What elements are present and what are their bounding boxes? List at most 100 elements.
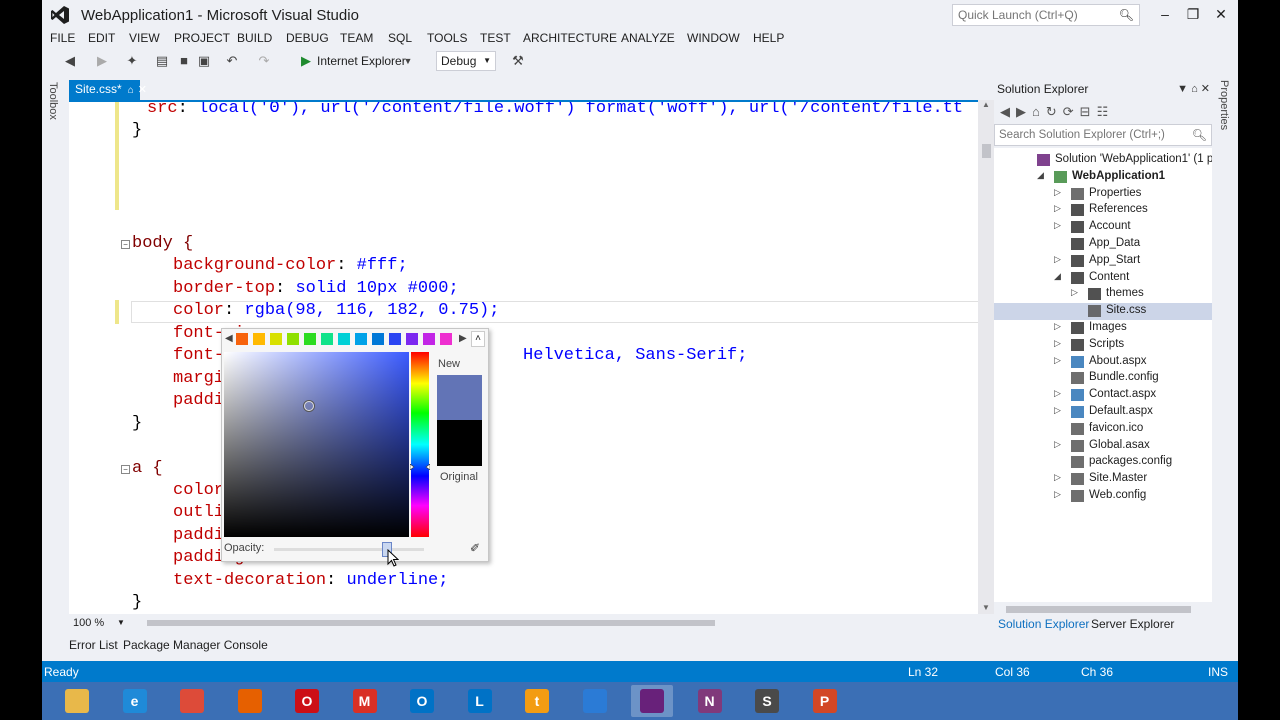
- new-project-icon[interactable]: ✦: [124, 53, 140, 69]
- tree-item[interactable]: Solution 'WebApplication1' (1 project): [994, 152, 1212, 169]
- attach-icon[interactable]: ⚒: [510, 53, 526, 69]
- tab-error-list[interactable]: Error List: [69, 638, 118, 652]
- color-swatch[interactable]: [287, 333, 299, 345]
- menu-architecture[interactable]: ARCHITECTURE: [523, 31, 617, 45]
- restore-button[interactable]: ❐: [1182, 4, 1204, 24]
- menu-window[interactable]: WINDOW: [687, 31, 740, 45]
- tree-item[interactable]: ▷ Images: [994, 320, 1212, 337]
- taskbar-visual-studio[interactable]: [631, 685, 673, 717]
- pin-icon[interactable]: ⌂: [1191, 83, 1198, 95]
- quick-launch-box[interactable]: 🔍︎: [952, 4, 1140, 26]
- horizontal-scroll-thumb[interactable]: [147, 620, 715, 626]
- taskbar-opera[interactable]: O: [286, 685, 328, 717]
- redo-icon[interactable]: ↷: [256, 53, 272, 69]
- menu-team[interactable]: TEAM: [340, 31, 373, 45]
- taskbar-lync[interactable]: L: [459, 685, 501, 717]
- open-file-icon[interactable]: ▤: [154, 53, 170, 69]
- close-window-button[interactable]: ✕: [1210, 4, 1232, 24]
- collapse-icon[interactable]: −: [121, 240, 130, 249]
- taskbar-onenote[interactable]: N: [689, 685, 731, 717]
- tab-solution-explorer[interactable]: Solution Explorer: [998, 617, 1089, 631]
- collapsed-arrow-icon[interactable]: ▷: [1054, 489, 1061, 500]
- color-swatch[interactable]: [270, 333, 282, 345]
- close-icon[interactable]: ✕: [1201, 83, 1210, 95]
- scroll-down-icon[interactable]: ▼: [982, 603, 990, 612]
- editor-vertical-scrollbar[interactable]: ▲ ▼: [978, 100, 995, 614]
- menu-project[interactable]: PROJECT: [174, 31, 230, 45]
- collapse-all-icon[interactable]: ⊟: [1080, 104, 1097, 119]
- tree-item[interactable]: ▷ Scripts: [994, 337, 1212, 354]
- sync-icon[interactable]: ↻: [1046, 104, 1063, 119]
- menu-view[interactable]: VIEW: [129, 31, 160, 45]
- color-swatch[interactable]: [406, 333, 418, 345]
- collapsed-arrow-icon[interactable]: ▷: [1054, 472, 1061, 483]
- eyedropper-icon[interactable]: ✐: [470, 541, 480, 555]
- solution-horizontal-scrollbar[interactable]: [994, 602, 1212, 616]
- tree-item[interactable]: ▷ Web.config: [994, 488, 1212, 505]
- scroll-thumb[interactable]: [982, 144, 991, 158]
- tab-site-css[interactable]: Site.css* ⌂ ✕: [69, 80, 147, 100]
- collapse-icon[interactable]: −: [121, 465, 130, 474]
- hue-marker-icon[interactable]: [410, 464, 430, 470]
- hue-slider[interactable]: [411, 352, 429, 537]
- undo-icon[interactable]: ↶: [224, 53, 240, 69]
- color-swatch[interactable]: [355, 333, 367, 345]
- toolbox-tab[interactable]: Toolbox: [47, 82, 59, 120]
- run-target-dropdown-icon[interactable]: ▼: [400, 53, 416, 69]
- minimize-button[interactable]: –: [1154, 4, 1176, 24]
- color-swatch[interactable]: [338, 333, 350, 345]
- refresh-icon[interactable]: ⟳: [1063, 104, 1080, 119]
- menu-file[interactable]: FILE: [50, 31, 75, 45]
- saturation-value-field[interactable]: [224, 352, 409, 537]
- color-swatch[interactable]: [321, 333, 333, 345]
- tree-item[interactable]: ▷ Site.Master: [994, 471, 1212, 488]
- close-icon[interactable]: ✕: [138, 84, 147, 96]
- tree-item[interactable]: ▷ Properties: [994, 186, 1212, 203]
- menu-tools[interactable]: TOOLS: [427, 31, 467, 45]
- menu-build[interactable]: BUILD: [237, 31, 272, 45]
- color-swatch[interactable]: [389, 333, 401, 345]
- tab-server-explorer[interactable]: Server Explorer: [1091, 617, 1174, 631]
- zoom-level[interactable]: 100 %: [73, 617, 104, 629]
- properties-icon[interactable]: ☷: [1097, 104, 1115, 119]
- taskbar-gmail[interactable]: M: [344, 685, 386, 717]
- properties-tab[interactable]: Properties: [1218, 80, 1230, 130]
- taskbar-sublime[interactable]: S: [746, 685, 788, 717]
- pin-icon[interactable]: ⌂: [128, 85, 134, 96]
- code-editor[interactable]: src: local('Θ'), url('/content/file.woff…: [69, 102, 1020, 614]
- expanded-arrow-icon[interactable]: ◢: [1054, 271, 1061, 282]
- tree-item[interactable]: ▷ References: [994, 202, 1212, 219]
- collapsed-arrow-icon[interactable]: ▷: [1071, 287, 1078, 298]
- swatch-scroll-right-icon[interactable]: ▶: [459, 333, 467, 344]
- menu-edit[interactable]: EDIT: [88, 31, 115, 45]
- color-swatch[interactable]: [423, 333, 435, 345]
- tree-item[interactable]: Site.css: [994, 303, 1212, 321]
- tree-item[interactable]: ▷ Account: [994, 219, 1212, 236]
- expanded-arrow-icon[interactable]: ◢: [1037, 170, 1044, 181]
- scroll-up-icon[interactable]: ▲: [982, 100, 990, 109]
- tree-item[interactable]: ▷ App_Start: [994, 253, 1212, 270]
- tree-item[interactable]: favicon.ico: [994, 421, 1212, 438]
- collapsed-arrow-icon[interactable]: ▷: [1054, 187, 1061, 198]
- color-picker-popup[interactable]: ◀ ▶ ˄ New Original Opacity: ✐: [221, 328, 489, 567]
- scroll-thumb[interactable]: [1006, 606, 1191, 613]
- tree-item[interactable]: ▷ Contact.aspx: [994, 387, 1212, 404]
- tree-item[interactable]: ▷ themes: [994, 286, 1212, 303]
- tree-item[interactable]: App_Data: [994, 236, 1212, 253]
- taskbar-internet-explorer[interactable]: e: [114, 685, 156, 717]
- tree-item[interactable]: packages.config: [994, 454, 1212, 471]
- tree-item[interactable]: ◢ Content: [994, 270, 1212, 287]
- tree-item[interactable]: ▷ Global.asax: [994, 438, 1212, 455]
- solution-search-box[interactable]: 🔍︎: [994, 124, 1212, 146]
- tree-item[interactable]: ▷ About.aspx: [994, 354, 1212, 371]
- collapsed-arrow-icon[interactable]: ▷: [1054, 203, 1061, 214]
- zoom-dropdown-icon[interactable]: ▼: [117, 618, 125, 627]
- color-swatch[interactable]: [372, 333, 384, 345]
- save-all-icon[interactable]: ▣: [196, 53, 212, 69]
- menu-help[interactable]: HELP: [753, 31, 784, 45]
- tree-item[interactable]: ▷ Default.aspx: [994, 404, 1212, 421]
- taskbar-outlook[interactable]: O: [401, 685, 443, 717]
- color-handle[interactable]: [304, 401, 314, 411]
- solution-search-input[interactable]: [995, 125, 1175, 145]
- menu-test[interactable]: TEST: [480, 31, 511, 45]
